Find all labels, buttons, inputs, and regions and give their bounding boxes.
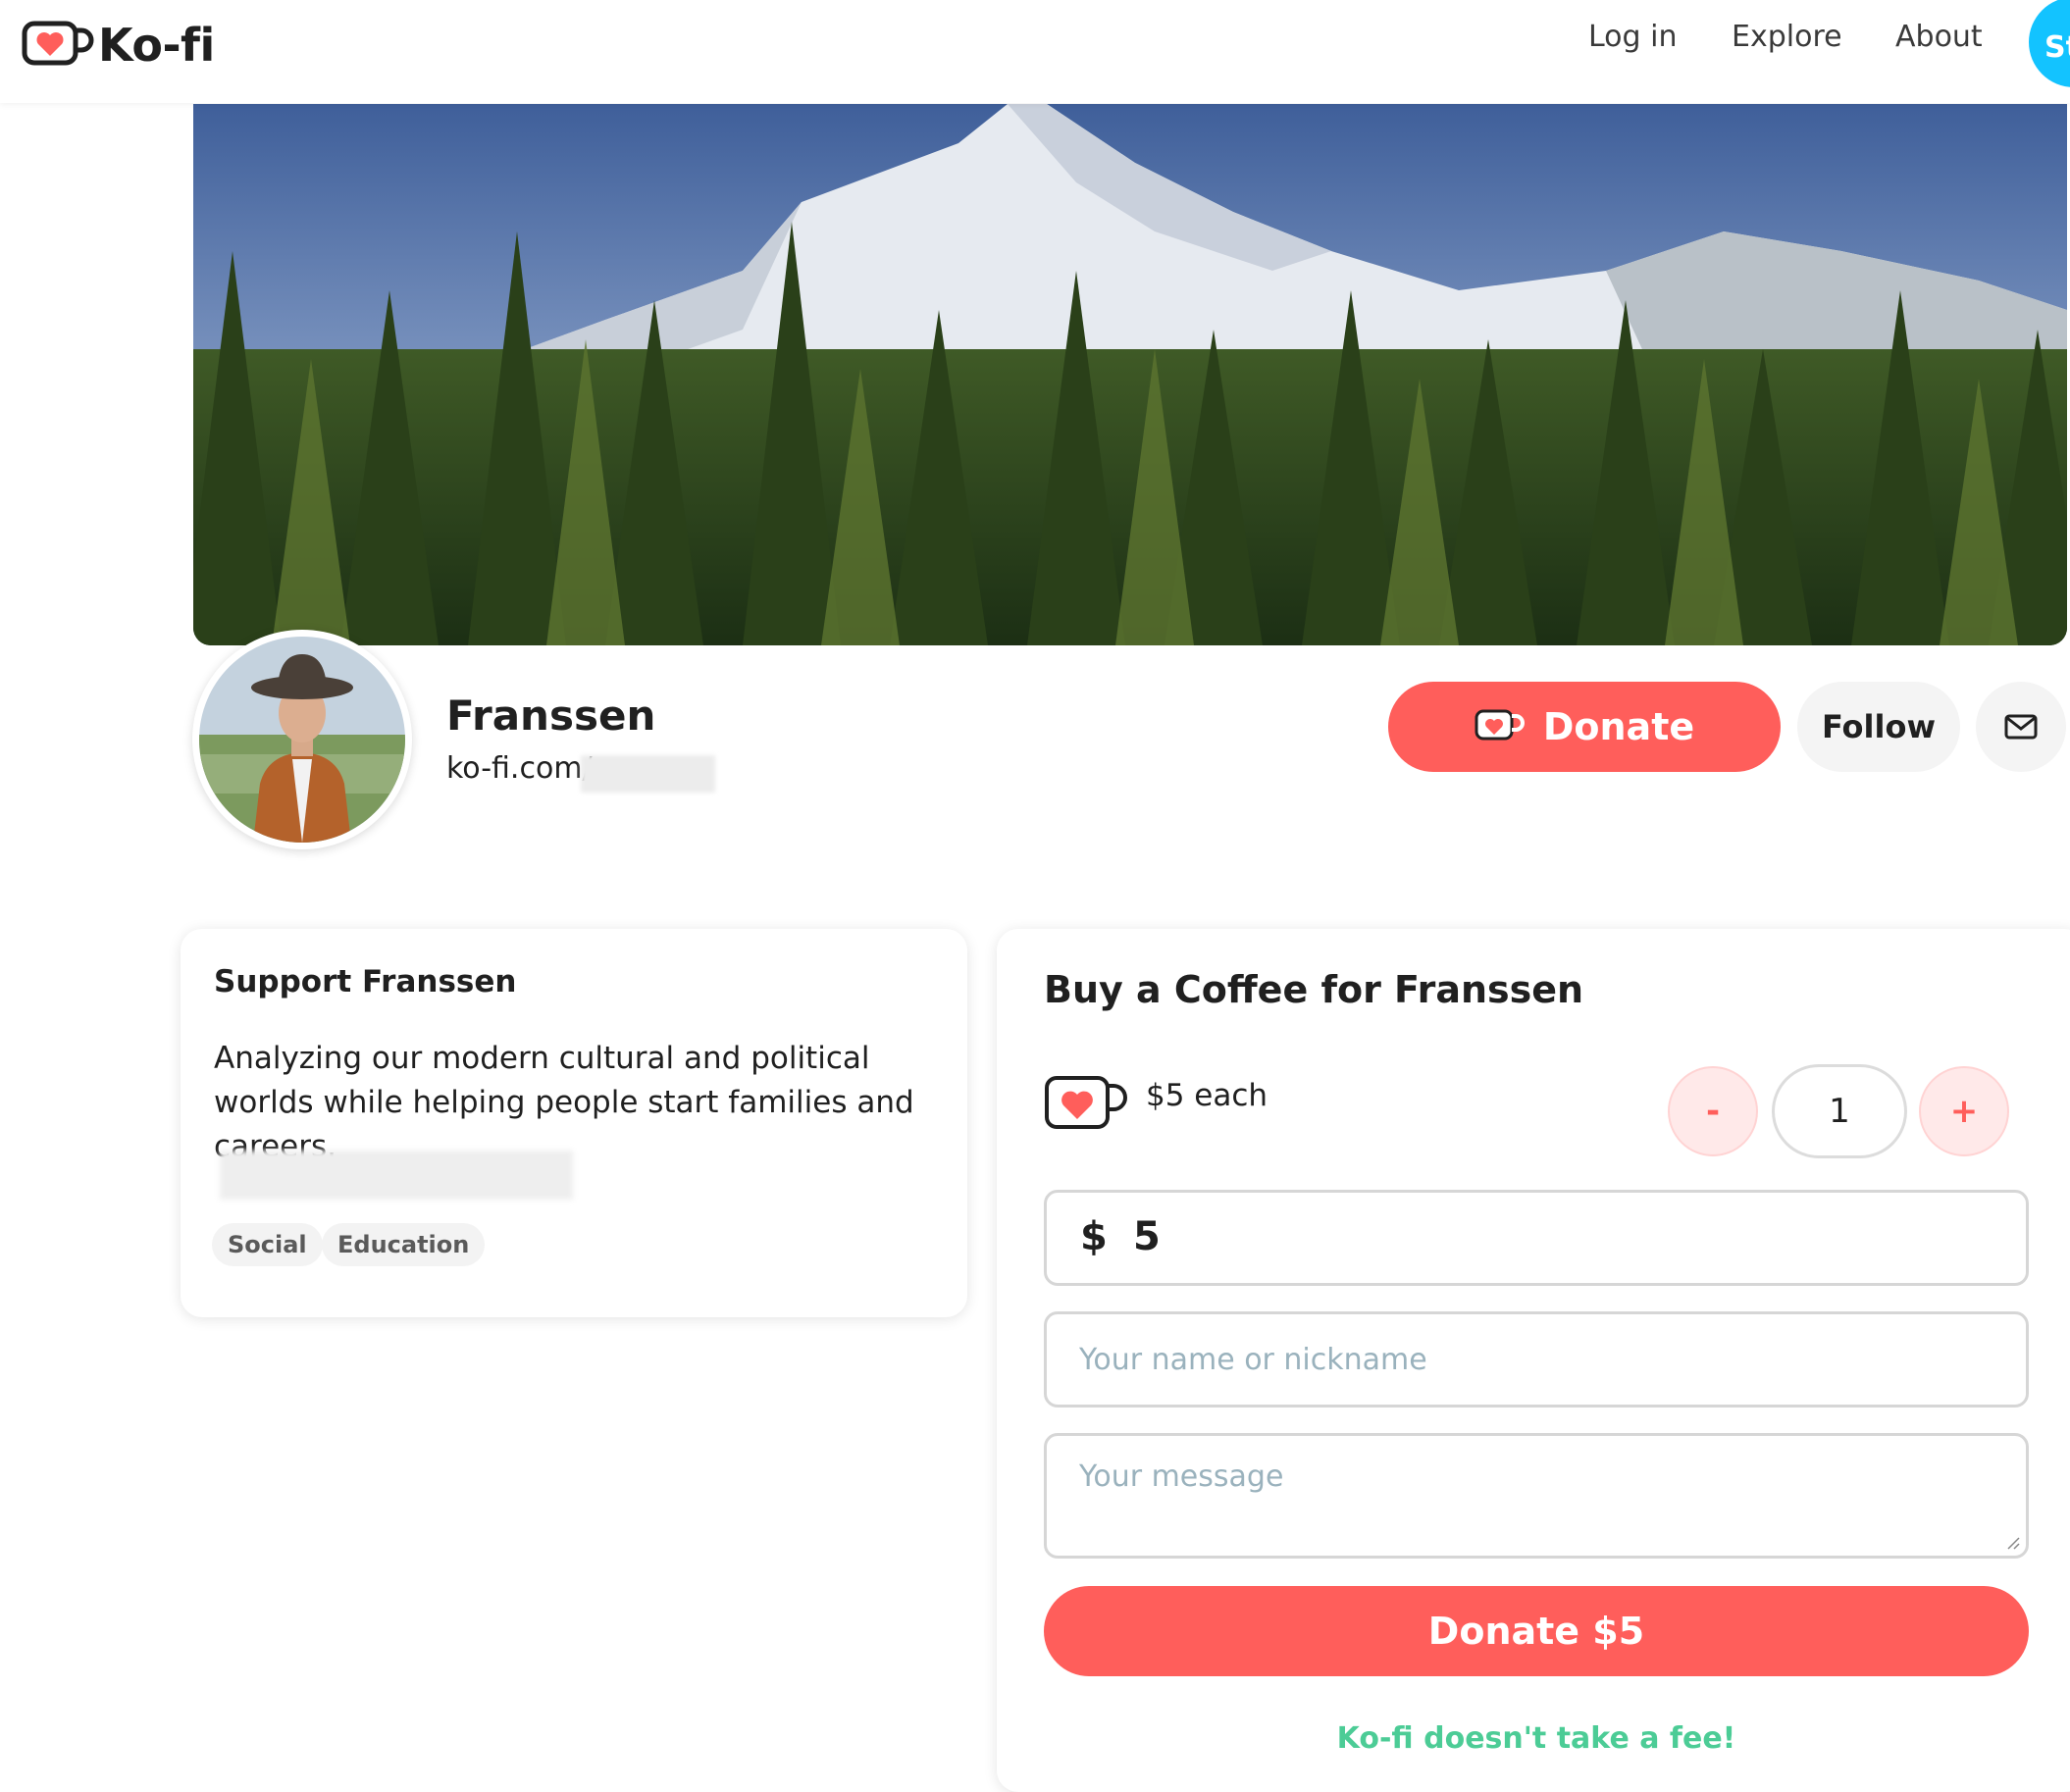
buy-coffee-card: Buy a Coffee for Franssen $5 each $ 5 Do… xyxy=(997,929,2070,1792)
redacted-username xyxy=(581,755,715,793)
quantity-decrease-button[interactable]: - xyxy=(1668,1066,1758,1156)
quantity-input[interactable] xyxy=(1772,1064,1907,1158)
kofi-logo[interactable]: Ko-fi xyxy=(22,14,215,77)
top-navbar: Ko-fi Log in Explore About St xyxy=(0,0,2070,103)
start-button[interactable]: St xyxy=(2029,0,2070,87)
price-each: $5 each xyxy=(1146,1078,1268,1113)
nav-login-link[interactable]: Log in xyxy=(1588,18,1677,57)
quantity-increase-button[interactable]: + xyxy=(1919,1066,2009,1156)
coffee-cup-icon xyxy=(1045,1076,1127,1129)
currency-symbol: $ xyxy=(1080,1214,1108,1259)
resize-handle-icon[interactable] xyxy=(2004,1534,2020,1550)
nav-about-link[interactable]: About xyxy=(1895,18,1983,57)
amount-field[interactable]: $ 5 xyxy=(1044,1190,2029,1286)
name-field[interactable] xyxy=(1044,1311,2029,1408)
support-description: Analyzing our modern cultural and politi… xyxy=(214,1041,914,1164)
profile-url: ko-fi.com/ xyxy=(446,751,593,786)
amount-value: 5 xyxy=(1133,1214,1161,1259)
kofi-cup-icon xyxy=(1475,709,1525,741)
support-title: Support Franssen xyxy=(214,964,517,999)
support-card: Support Franssen Analyzing our modern cu… xyxy=(181,929,967,1317)
donate-submit-button[interactable]: Donate $5 xyxy=(1044,1586,2029,1676)
no-fee-note: Ko-fi doesn't take a fee! xyxy=(1336,1721,1736,1756)
message-button[interactable] xyxy=(1976,682,2066,772)
cover-image xyxy=(193,104,2067,645)
follow-button[interactable]: Follow xyxy=(1797,682,1960,772)
donate-header-button[interactable]: Donate xyxy=(1388,682,1781,772)
kofi-cup-icon xyxy=(22,21,94,66)
logo-text: Ko-fi xyxy=(98,19,215,72)
profile-name: Franssen xyxy=(446,691,656,740)
redacted-link xyxy=(220,1151,573,1200)
mail-icon xyxy=(2004,714,2038,740)
donate-header-label: Donate xyxy=(1542,705,1695,748)
profile-avatar xyxy=(192,630,412,849)
nav-explore-link[interactable]: Explore xyxy=(1732,18,1842,57)
message-field[interactable] xyxy=(1044,1433,2029,1559)
name-input[interactable] xyxy=(1047,1314,2026,1405)
coffee-title: Buy a Coffee for Franssen xyxy=(1044,968,1584,1011)
tag-education[interactable]: Education xyxy=(322,1223,486,1266)
tag-social[interactable]: Social xyxy=(212,1223,323,1266)
message-input[interactable] xyxy=(1047,1436,2026,1556)
